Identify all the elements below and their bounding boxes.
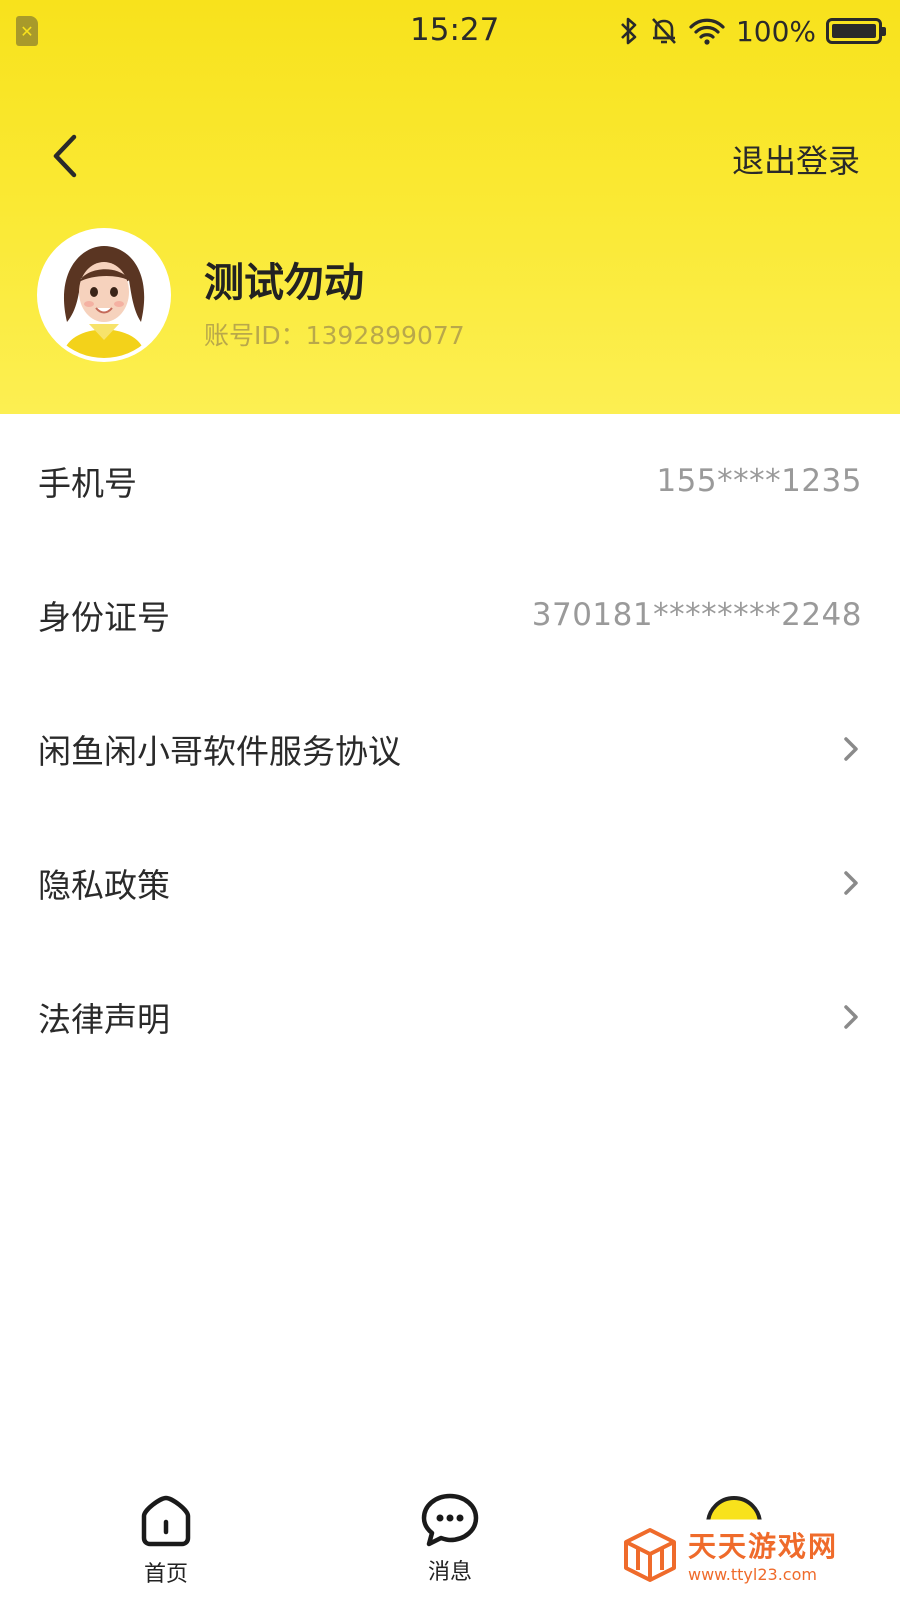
watermark-logo-icon [624,1528,676,1582]
chevron-right-icon [844,1005,858,1029]
row-label: 法律声明 [38,1000,170,1039]
watermark-url: www.ttyl23.com [688,1564,817,1584]
settings-list: 手机号 155****1235 身份证号 370181********2248 … [0,414,900,1084]
row-id-number[interactable]: 身份证号 370181********2248 [0,548,900,682]
avatar-image [41,232,167,358]
battery-percent: 100% [735,14,816,48]
profile-header: ✕ 15:27 100% 退出登录 测试勿动 账号ID：1392899077 [0,0,900,414]
status-time: 15:27 [410,12,500,48]
message-icon [421,1493,479,1547]
tab-home[interactable]: 首页 [96,1484,236,1600]
row-label: 手机号 [38,464,137,503]
wifi-icon [689,18,725,45]
watermark-title: 天天游戏网 [688,1529,839,1563]
bluetooth-icon [621,17,637,45]
row-privacy-policy[interactable]: 隐私政策 [0,816,900,950]
logout-button[interactable]: 退出登录 [732,136,860,182]
account-id: 账号ID：1392899077 [204,321,465,350]
tab-label: 消息 [427,1560,472,1585]
row-label: 身份证号 [38,598,170,637]
row-service-agreement[interactable]: 闲鱼闲小哥软件服务协议 [0,682,900,816]
watermark: 天天游戏网 www.ttyl23.com [622,1524,838,1584]
avatar[interactable] [37,228,171,362]
user-name: 测试勿动 [204,260,364,306]
row-label: 隐私政策 [38,866,170,905]
back-button[interactable] [40,128,90,184]
status-icons: 100% [618,12,886,50]
phone-value: 155****1235 [656,463,862,499]
row-label: 闲鱼闲小哥软件服务协议 [38,732,401,771]
mute-icon [651,18,676,44]
status-bar: ✕ 15:27 100% [0,0,900,62]
tab-message[interactable]: 消息 [380,1484,520,1600]
tab-label: 首页 [143,1562,188,1587]
chevron-left-icon [53,134,77,178]
sim-icon: ✕ [16,16,38,46]
row-legal-statement[interactable]: 法律声明 [0,950,900,1084]
row-phone[interactable]: 手机号 155****1235 [0,414,900,548]
battery-icon [826,18,886,44]
chevron-right-icon [844,871,858,895]
home-icon [141,1495,191,1547]
id-number-value: 370181********2248 [531,597,862,633]
chevron-right-icon [844,737,858,761]
